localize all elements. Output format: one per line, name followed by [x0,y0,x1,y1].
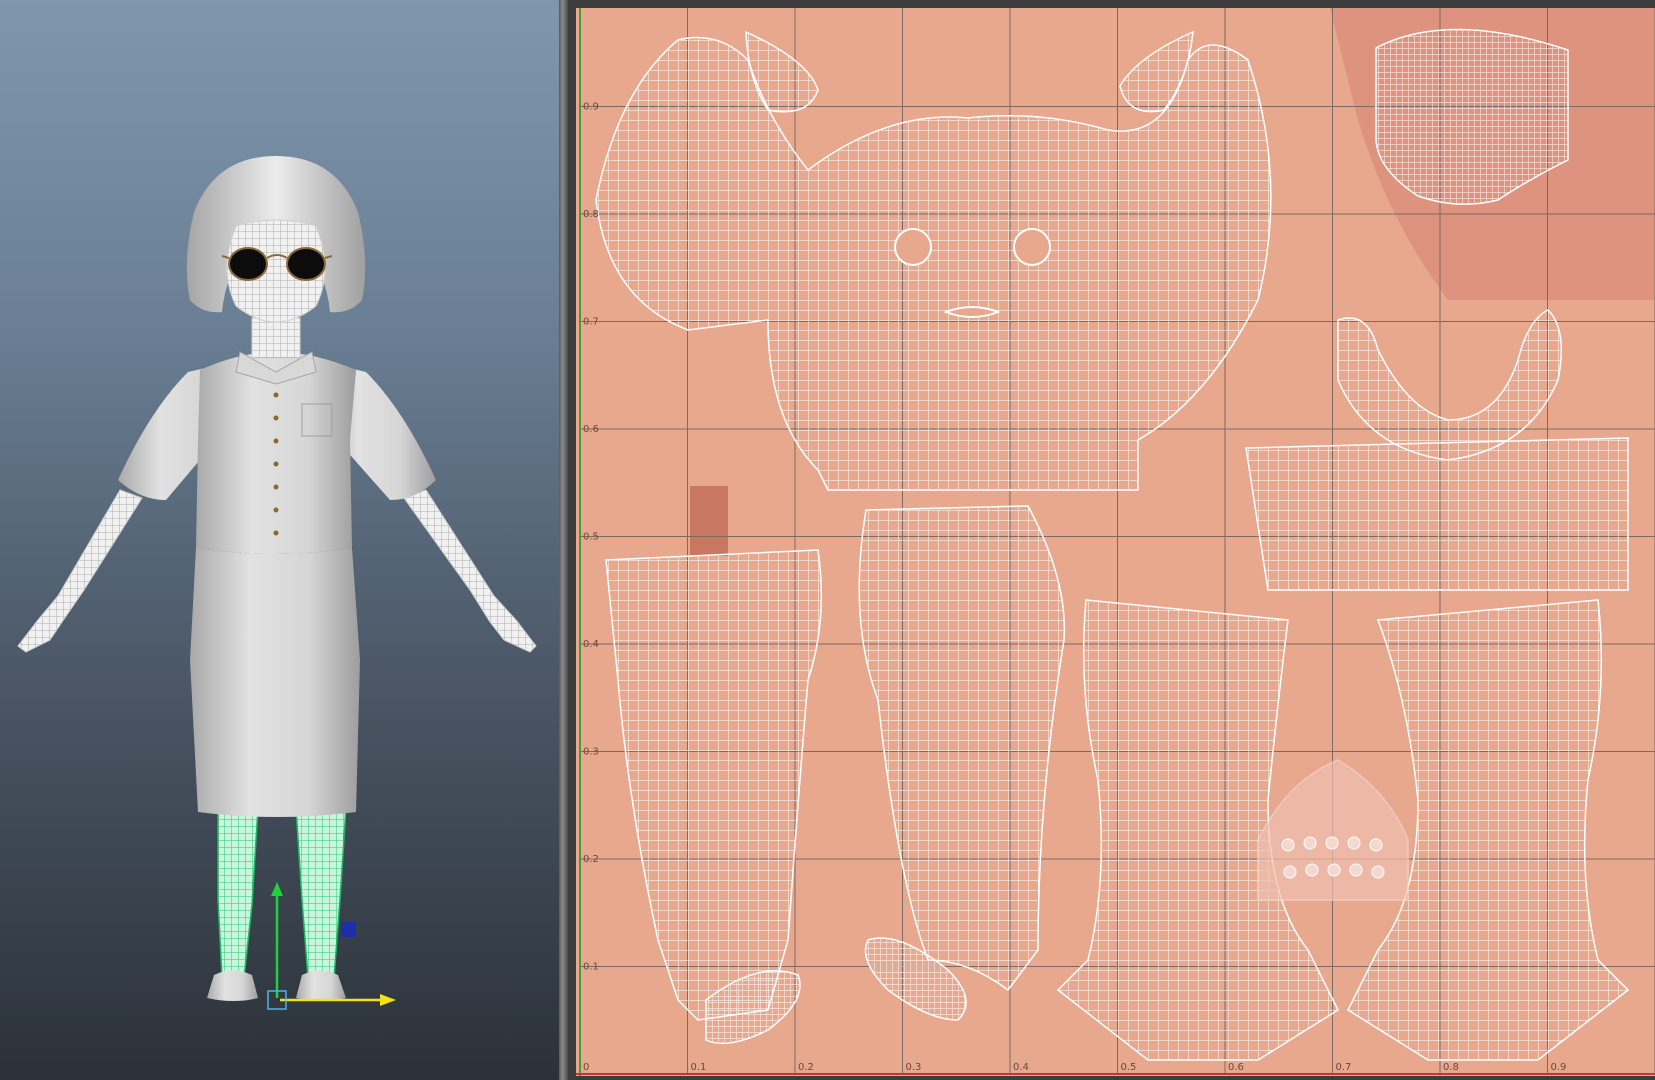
uv-u-tick-label: 0.6 [1228,1062,1244,1073]
uv-editor[interactable]: 0.9 0.8 0.7 0.6 0.5 0.4 0.3 0.2 0.1 0 0.1 0.2 0.3 0.… [568,0,1655,1080]
uv-v-tick-label: 0.1 [583,962,599,973]
neck-mesh [251,317,301,359]
skirt [190,548,360,817]
manipulator-z-handle[interactable] [341,922,356,937]
uv-v-tick-label: 0.4 [583,639,599,650]
uv-v-tick-label: 0.5 [583,532,599,543]
uv-v-tick-label: 0.9 [583,102,599,113]
character-mesh[interactable] [17,156,537,1001]
uv-u-tick-label: 0.9 [1551,1062,1567,1073]
uv-v-tick-label: 0.7 [583,317,599,328]
panel-splitter[interactable] [559,0,568,1080]
perspective-viewport[interactable] [0,0,559,1080]
left-shoe [207,970,258,1001]
manipulator-y-arrow[interactable] [271,882,283,896]
uv-v-tick-label: 0.3 [583,747,599,758]
uv-u-tick-label: 0.2 [798,1062,814,1073]
uv-u-tick-label: 0.8 [1443,1062,1459,1073]
uv-v-tick-label: 0.8 [583,209,599,220]
uv-u-tick-label: 0.1 [691,1062,707,1073]
uv-v-tick-label: 0.2 [583,854,599,865]
uv-u-tick-label: 0.7 [1336,1062,1352,1073]
right-shoe [296,970,346,1001]
uv-u-tick-label: 0.4 [1013,1062,1029,1073]
texture-patch-small [690,486,728,556]
uv-u-tick-label: 0.5 [1121,1062,1137,1073]
uv-u-tick-label: 0 [583,1062,589,1073]
left-leg-mesh[interactable] [217,807,259,979]
uv-u-tick-label: 0.3 [906,1062,922,1073]
right-leg-mesh[interactable] [295,807,347,979]
right-arm-mesh[interactable] [403,489,537,653]
uv-v-tick-label: 0.6 [583,424,599,435]
uv-shell-torso[interactable] [1245,437,1629,591]
left-arm-mesh[interactable] [17,489,143,653]
manipulator-x-arrow[interactable] [380,994,396,1006]
